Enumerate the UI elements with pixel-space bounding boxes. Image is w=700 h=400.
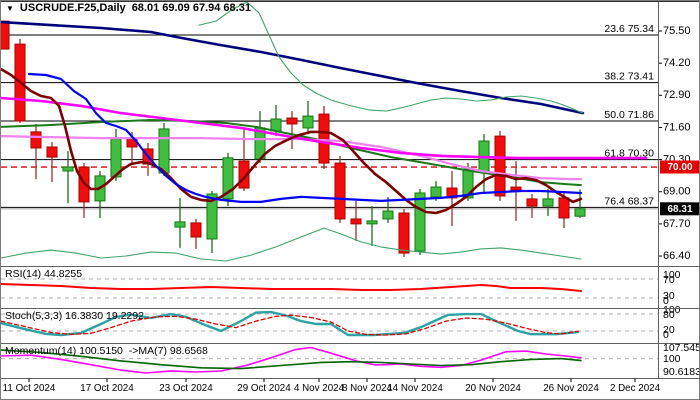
fib-label: 50.0 71.86: [604, 109, 654, 121]
candle-body: [335, 163, 345, 219]
env-upper: [199, 2, 583, 113]
candle-body: [415, 193, 425, 251]
candle-body: [351, 219, 361, 224]
chart-title-bar: ▼ USCRUDE.F25,Daily 68.01 69.09 67.94 68…: [6, 2, 251, 14]
price-axis-label: 74.20: [663, 57, 691, 69]
rsi-panel-label: RSI(14) 44.8255: [5, 268, 82, 280]
candle-body: [287, 118, 297, 124]
candle-body: [399, 213, 409, 253]
candle-body: [31, 132, 41, 148]
candle-body: [527, 199, 537, 206]
price-axis-label: 69.00: [663, 186, 691, 198]
candle-body: [575, 209, 585, 216]
price-axis-label: 66.40: [663, 250, 691, 262]
candle-body: [367, 221, 377, 224]
price-axis-label: 71.60: [663, 121, 691, 133]
trading-chart-window: 23.6 75.3438.2 73.4150.0 71.8661.8 70.30…: [0, 0, 700, 400]
price-axis-label: 75.50: [663, 25, 691, 37]
date-axis-label: 2 Dec 2024: [610, 383, 661, 394]
date-axis-label: 29 Oct 2024: [237, 383, 291, 394]
price-badge-value: 68.31: [667, 204, 692, 215]
rsi-scale-label: 70: [663, 274, 675, 286]
fib-label: 38.2 73.41: [604, 71, 654, 83]
candle-body: [543, 199, 553, 206]
symbol-title: USCRUDE.F25,Daily: [20, 2, 126, 14]
candle-body: [159, 129, 169, 173]
price-axis-label: 67.70: [663, 218, 691, 230]
chart-canvas[interactable]: 23.6 75.3438.2 73.4150.0 71.8661.8 70.30…: [1, 1, 700, 400]
date-axis-label: 17 Oct 2024: [80, 383, 134, 394]
candle-body: [319, 114, 329, 163]
candle-body: [271, 119, 281, 131]
price-badge-value: 70.00: [667, 162, 692, 173]
candle-body: [431, 187, 441, 197]
symbol-dropdown-icon[interactable]: ▼: [6, 3, 14, 14]
momentum-scale-label: 90.6183: [663, 366, 700, 378]
env-lower: [1, 228, 581, 261]
candle-body: [303, 116, 313, 128]
candle-body: [383, 211, 393, 219]
date-axis-label: 11 Oct 2024: [3, 383, 56, 394]
date-axis-label: 20 Nov 2024: [465, 383, 521, 394]
stochastic-scale-label: 80: [663, 309, 675, 321]
candle-body: [63, 167, 73, 171]
candle-body: [1, 21, 9, 49]
rsi-line: [1, 284, 581, 291]
stoch-panel-label: Stoch(5,3,3) 16.3830 19.2292: [5, 310, 144, 322]
fib-label: 23.6 75.34: [604, 23, 654, 35]
candle-body: [559, 198, 569, 218]
fib-label: 76.4 68.37: [604, 195, 654, 207]
stochastic-scale-label: 0: [663, 329, 669, 341]
price-axis-label: 72.90: [663, 89, 691, 101]
date-axis-label: 26 Nov 2024: [543, 383, 599, 394]
momentum-scale-label: 100: [663, 353, 681, 365]
candle-body: [191, 223, 201, 237]
date-axis-label: 4 Nov 2024: [294, 383, 345, 394]
date-axis-label: 14 Nov 2024: [387, 383, 443, 394]
date-axis-label: 8 Nov 2024: [342, 383, 393, 394]
candle-body: [495, 136, 505, 196]
momentum-panel-label: Momentum(14) 100.5150 ->MA(7) 98.6568: [5, 345, 208, 357]
candle-body: [175, 222, 185, 227]
candle-body: [511, 187, 521, 190]
title-ohlc: 68.01 69.09 67.94 68.31: [132, 2, 251, 14]
date-axis-label: 23 Oct 2024: [159, 383, 213, 394]
candle-body: [47, 147, 57, 157]
